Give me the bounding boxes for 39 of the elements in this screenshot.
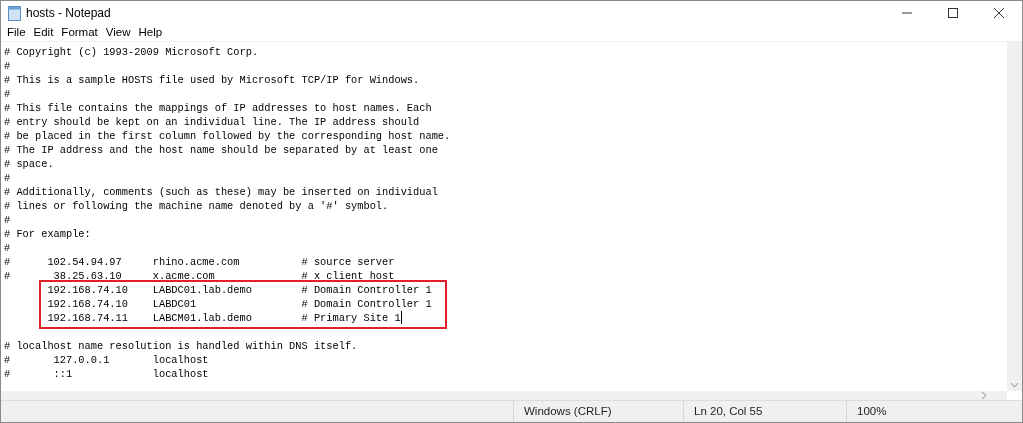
text-line: #: [4, 87, 11, 101]
text-line: # This file contains the mappings of IP addresses to host names. Each: [4, 101, 432, 115]
text-line: # The IP address and the host name should be separated by at least one: [4, 143, 438, 157]
status-text: Ln 20, Col 55: [694, 403, 763, 419]
menu-item[interactable]: View: [101, 24, 135, 42]
text-line: # For example:: [4, 227, 91, 241]
menu-item[interactable]: Format: [57, 24, 102, 42]
text-line: # 127.0.0.1 localhost: [4, 353, 209, 367]
text-line: # entry should be kept on an individual line. The IP address should: [4, 115, 420, 129]
status-text: 100%: [857, 403, 887, 419]
menu-item[interactable]: File: [3, 24, 30, 42]
text-line: 192.168.74.10 LABDC01.lab.demo # Domain Controller 1: [46, 283, 432, 297]
text-line: #: [4, 171, 11, 185]
text-line: # localhost name resolution is handled within DNS itself.: [4, 339, 358, 353]
text-line: #: [4, 241, 11, 255]
menu-item[interactable]: Edit: [29, 24, 58, 42]
text-line: # ::1 localhost: [4, 367, 209, 381]
menu-item[interactable]: Help: [134, 24, 167, 42]
text-line: # Copyright (c) 1993-2009 Microsoft Corp.: [4, 45, 259, 59]
text-line: 192.168.74.11 LABCM01.lab.demo # Primary Site 1: [46, 311, 402, 325]
text-line: # be placed in the first column followed by the corresponding host name.: [4, 129, 451, 143]
vertical-scrollbar[interactable]: [1007, 42, 1022, 391]
text-line: 192.168.74.10 LABDC01 # Domain Controller 1: [46, 297, 432, 311]
close-icon: [994, 8, 1004, 18]
text-line: # lines or following the machine name denoted by a '#' symbol.: [4, 199, 389, 213]
text-line: # 38.25.63.10 x.acme.com # x client host: [4, 269, 395, 283]
scroll-right-icon[interactable]: [981, 391, 987, 400]
text-line: # This is a sample HOSTS file used by Microsoft TCP/IP for Windows.: [4, 73, 420, 87]
text-line: # 102.54.94.97 rhino.acme.com # source server: [4, 255, 395, 269]
text-line: # Additionally, comments (such as these) may be inserted on individual: [4, 185, 438, 199]
status-text: Windows (CRLF): [524, 403, 612, 419]
horizontal-scrollbar[interactable]: [1, 391, 1007, 400]
notepad-icon: [8, 5, 21, 21]
text-line: #: [4, 59, 11, 73]
text-line: # space.: [4, 157, 54, 171]
scroll-down-icon[interactable]: [1010, 382, 1019, 388]
text-line: #: [4, 213, 11, 227]
window-title: hosts - Notepad: [26, 5, 111, 22]
maximize-icon: [948, 8, 958, 18]
